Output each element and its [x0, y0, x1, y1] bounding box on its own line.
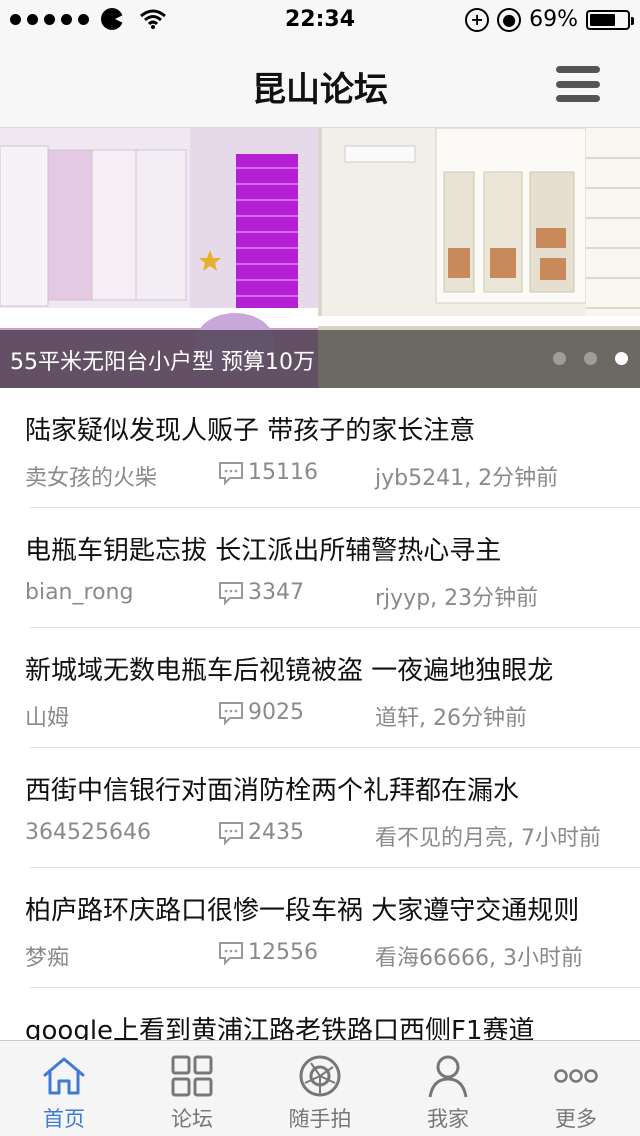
thread-author: 卖女孩的火柴: [25, 466, 158, 491]
thread-last-reply: jyb5241, 2分钟前: [375, 466, 559, 491]
thread-author: bian_rong: [25, 580, 134, 605]
thread-title: 西街中信银行对面消防栓两个礼拜都在漏水: [25, 776, 520, 806]
thread-last-reply: rjyyp, 23分钟前: [375, 586, 539, 611]
battery-percent: 69%: [529, 7, 578, 32]
comment-icon: [219, 701, 243, 725]
comment-icon: [219, 941, 243, 965]
thread-row[interactable]: 西街中信银行对面消防栓两个礼拜都在漏水 364525646 2435 看不见的月…: [0, 748, 640, 868]
status-bar: 22:34 + ● 69%: [0, 0, 640, 40]
thread-title: 陆家疑似发现人贩子 带孩子的家长注意: [25, 416, 476, 446]
thread-comments: 3347: [218, 580, 304, 605]
comment-icon: [219, 461, 243, 485]
comment-count: 9025: [248, 700, 304, 725]
tab-my-home[interactable]: 我家: [384, 1041, 512, 1136]
thread-last-reply: 看不见的月亮, 7小时前: [375, 826, 601, 851]
home-icon: [43, 1057, 85, 1095]
tab-bar: 首页 论坛 随手拍 我家 更多: [0, 1040, 640, 1136]
page-dot-active[interactable]: [615, 352, 628, 365]
thread-row[interactable]: 陆家疑似发现人贩子 带孩子的家长注意 卖女孩的火柴 15116 jyb5241,…: [0, 388, 640, 508]
tab-label: 随手拍: [288, 1107, 352, 1131]
thread-title: 柏庐路环庆路口很惨一段车祸 大家遵守交通规则: [25, 896, 580, 926]
battery-fill: [590, 13, 615, 26]
comment-count: 15116: [248, 460, 318, 485]
banner-caption: 55平米无阳台小户型 预算10万: [0, 330, 640, 388]
location-icon: +: [465, 7, 490, 32]
hamburger-icon[interactable]: [556, 66, 600, 102]
thread-row[interactable]: 电瓶车钥匙忘拔 长江派出所辅警热心寻主 bian_rong 3347 rjyyp…: [0, 508, 640, 628]
status-right: + ● 69%: [465, 7, 634, 32]
banner-carousel[interactable]: 55平米无阳台小户型 预算10万: [0, 128, 640, 388]
thread-row[interactable]: 新城域无数电瓶车后视镜被盗 一夜遍地独眼龙 山姆 9025 道轩, 26分钟前: [0, 628, 640, 748]
thread-comments: 2435: [218, 820, 304, 845]
thread-row[interactable]: 柏庐路环庆路口很惨一段车祸 大家遵守交通规则 梦痴 12556 看海66666,…: [0, 868, 640, 988]
thread-title: 电瓶车钥匙忘拔 长江派出所辅警热心寻主: [25, 536, 502, 566]
tab-snapshot[interactable]: 随手拍: [256, 1041, 384, 1136]
thread-title: 新城域无数电瓶车后视镜被盗 一夜遍地独眼龙: [25, 656, 554, 686]
tab-label: 更多: [555, 1107, 597, 1131]
banner-page-indicator[interactable]: [553, 352, 628, 365]
thread-comments: 12556: [218, 940, 318, 965]
thread-comments: 9025: [218, 700, 304, 725]
thread-author: 山姆: [25, 706, 70, 731]
comment-count: 2435: [248, 820, 304, 845]
person-icon: [428, 1055, 468, 1098]
comment-icon: [219, 821, 243, 845]
thread-last-reply: 道轩, 26分钟前: [375, 706, 527, 731]
tab-label: 首页: [43, 1107, 85, 1131]
thread-comments: 15116: [218, 460, 318, 485]
thread-last-reply: 看海66666, 3小时前: [375, 946, 583, 971]
comment-count: 12556: [248, 940, 318, 965]
comment-icon: [219, 581, 243, 605]
tab-label: 论坛: [171, 1107, 213, 1131]
page-dot[interactable]: [584, 352, 597, 365]
thread-author: 梦痴: [25, 946, 70, 971]
battery-icon: [586, 9, 634, 30]
page-dot[interactable]: [553, 352, 566, 365]
rotation-lock-icon: ●: [497, 7, 522, 32]
thread-list: 陆家疑似发现人贩子 带孩子的家长注意 卖女孩的火柴 15116 jyb5241,…: [0, 388, 640, 1108]
tab-forum[interactable]: 论坛: [128, 1041, 256, 1136]
camera-icon: [299, 1055, 341, 1097]
comment-count: 3347: [248, 580, 304, 605]
grid-icon: [171, 1055, 213, 1097]
tab-label: 我家: [427, 1107, 469, 1131]
tab-more[interactable]: 更多: [512, 1041, 640, 1136]
page-title: 昆山论坛: [252, 70, 388, 110]
thread-author: 364525646: [25, 820, 151, 845]
banner-caption-text: 55平米无阳台小户型 预算10万: [10, 350, 315, 375]
more-icon: [554, 1069, 598, 1083]
nav-bar: 昆山论坛: [0, 40, 640, 128]
tab-home[interactable]: 首页: [0, 1041, 128, 1136]
